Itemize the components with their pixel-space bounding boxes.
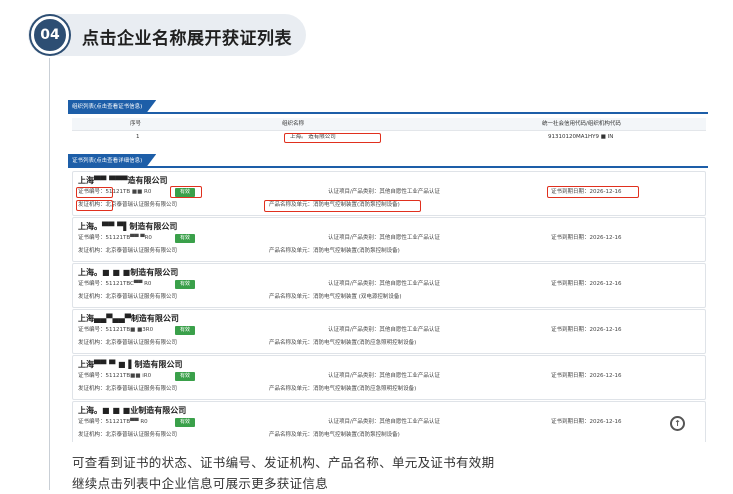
cert-list-item[interactable]: 上海▀▀ ▀▀▀造有限公司 证书编号：51121TB ■■ R0 有效 认证项目/产品… [72, 171, 706, 216]
cert-scope: 认证项目/产品类别：其他自愿性工业产品认证 [328, 373, 440, 379]
cert-issuer: 发证机构：北京泰普瑞认证服务有限公司 [78, 340, 178, 346]
status-badge: 有效 [175, 326, 196, 335]
cert-list: 上海▀▀ ▀▀▀造有限公司 证书编号：51121TB ■■ R0 有效 认证项目/产品… [72, 171, 706, 442]
org-index: 1 [136, 134, 140, 140]
org-code: 91310120MA1HY9 ■ IN [548, 134, 614, 140]
cert-product: 产品名称及单元：消防电气控制装置 (双电源控制设备) [269, 294, 402, 300]
cert-scope: 认证项目/产品类别：其他自愿性工业产品认证 [328, 419, 440, 425]
cert-list-item[interactable]: 上海。■ ■ ■制造有限公司证书编号：51121TBC▀▀ R0 有效 认证项目/产… [72, 263, 706, 308]
cert-issuer: 发证机构：北京泰普瑞认证服务有限公司 [78, 248, 178, 254]
caption-line-2: 继续点击列表中企业信息可展示更多获证信息 [72, 476, 329, 491]
step-number-badge: 04 [31, 16, 69, 54]
cert-number: 证书编号：51121TBC▀▀ R0 [78, 281, 152, 287]
cert-section-header: 证书列表(点击查看详细信息) [68, 154, 708, 168]
cert-list-item[interactable]: 上海▄▄▀▄▄▀制造有限公司证书编号：51121TB■ ■3R0 有效 认证项目/产… [72, 309, 706, 354]
cert-number-label-highlight [76, 187, 113, 198]
org-table: 序号 组织名称 统一社会信用代码/组织机构代码 1 上海。 造有限公司 9131… [72, 118, 706, 144]
status-badge: 有效 [175, 234, 196, 243]
col-index-header: 序号 [130, 121, 142, 127]
cert-product: 产品名称及单元：消防电气控制装置(消防泵控制设备) [269, 248, 400, 254]
company-name[interactable]: 上海▀▀ ▀ ■ ▌制造有限公司 [78, 359, 183, 370]
org-table-row[interactable]: 1 上海。 造有限公司 91310120MA1HY9 ■ IN [72, 131, 706, 144]
caption-line-1: 可查看到证书的状态、证书编号、发证机构、产品名称、单元及证书有效期 [72, 455, 495, 470]
status-badge: 有效 [175, 418, 196, 427]
company-name[interactable]: 上海▀▀ ▀▀▀造有限公司 [78, 175, 168, 186]
cert-number: 证书编号：51121TB▀▀ R0 [78, 419, 148, 425]
cert-issuer-label-highlight [76, 200, 113, 211]
cert-expiry-highlight [547, 186, 639, 198]
status-badge-highlight [170, 186, 202, 198]
cert-product: 产品名称及单元：消防电气控制装置(消防应急照明控制设备) [269, 340, 417, 346]
cert-list-item[interactable]: 上海。■ ■ ■业制造有限公司证书编号：51121TB▀▀ R0 有效 认证项目/产… [72, 401, 706, 442]
cert-expiry: 证书到期日期：2026-12-16 [551, 281, 622, 287]
cert-scope: 认证项目/产品类别：其他自愿性工业产品认证 [328, 235, 440, 241]
col-name-header: 组织名称 [282, 121, 305, 127]
cert-list-item[interactable]: 上海。▀▀ ▀▌制造有限公司证书编号：51121TB▀▀ ▀R0 有效 认证项目/产… [72, 217, 706, 262]
company-name[interactable]: 上海。■ ■ ■业制造有限公司 [78, 405, 186, 416]
cert-scope: 认证项目/产品类别：其他自愿性工业产品认证 [328, 327, 440, 333]
cert-issuer: 发证机构：北京泰普瑞认证服务有限公司 [78, 294, 178, 300]
cert-issuer: 发证机构：北京泰普瑞认证服务有限公司 [78, 386, 178, 392]
cert-list-item[interactable]: 上海▀▀ ▀ ■ ▌制造有限公司证书编号：51121TB■■ iR0 有效 认证项目… [72, 355, 706, 400]
status-badge: 有效 [175, 372, 196, 381]
cert-number: 证书编号：51121TB▀▀ ▀R0 [78, 235, 152, 241]
cert-product: 产品名称及单元：消防电气控制装置(消防泵控制设备) [269, 432, 400, 438]
cert-scope: 认证项目/产品类别：其他自愿性工业产品认证 [328, 189, 440, 195]
cert-expiry: 证书到期日期：2026-12-16 [551, 419, 622, 425]
cert-expiry: 证书到期日期：2026-12-16 [551, 327, 622, 333]
cert-number: 证书编号：51121TB■■ iR0 [78, 373, 152, 379]
col-code-header: 统一社会信用代码/组织机构代码 [542, 121, 621, 127]
arrow-up-circle-icon[interactable]: ↑ [670, 416, 685, 431]
step-title: 点击企业名称展开获证列表 [82, 29, 292, 49]
org-table-header: 序号 组织名称 统一社会信用代码/组织机构代码 [72, 118, 706, 131]
status-badge: 有效 [175, 280, 196, 289]
cert-product-highlight [264, 200, 421, 212]
cert-scope: 认证项目/产品类别：其他自愿性工业产品认证 [328, 281, 440, 287]
company-name[interactable]: 上海。▀▀ ▀▌制造有限公司 [78, 221, 177, 232]
company-name[interactable]: 上海▄▄▀▄▄▀制造有限公司 [78, 313, 179, 324]
cert-expiry: 证书到期日期：2026-12-16 [551, 373, 622, 379]
cert-expiry: 证书到期日期：2026-12-16 [551, 235, 622, 241]
step-guide-line [49, 58, 50, 490]
certificate-query-screenshot: 组织列表(点击查看证书信息) 序号 组织名称 统一社会信用代码/组织机构代码 1… [68, 98, 708, 442]
org-section-tab[interactable]: 组织列表(点击查看证书信息) [68, 100, 157, 114]
org-section-header: 组织列表(点击查看证书信息) [68, 100, 708, 114]
cert-issuer: 发证机构：北京泰普瑞认证服务有限公司 [78, 432, 178, 438]
company-name[interactable]: 上海。■ ■ ■制造有限公司 [78, 267, 178, 278]
cert-product: 产品名称及单元：消防电气控制装置(消防应急照明控制设备) [269, 386, 417, 392]
cert-number: 证书编号：51121TB■ ■3R0 [78, 327, 154, 333]
org-name-highlight [284, 133, 381, 143]
cert-section-tab[interactable]: 证书列表(点击查看详细信息) [68, 154, 157, 168]
